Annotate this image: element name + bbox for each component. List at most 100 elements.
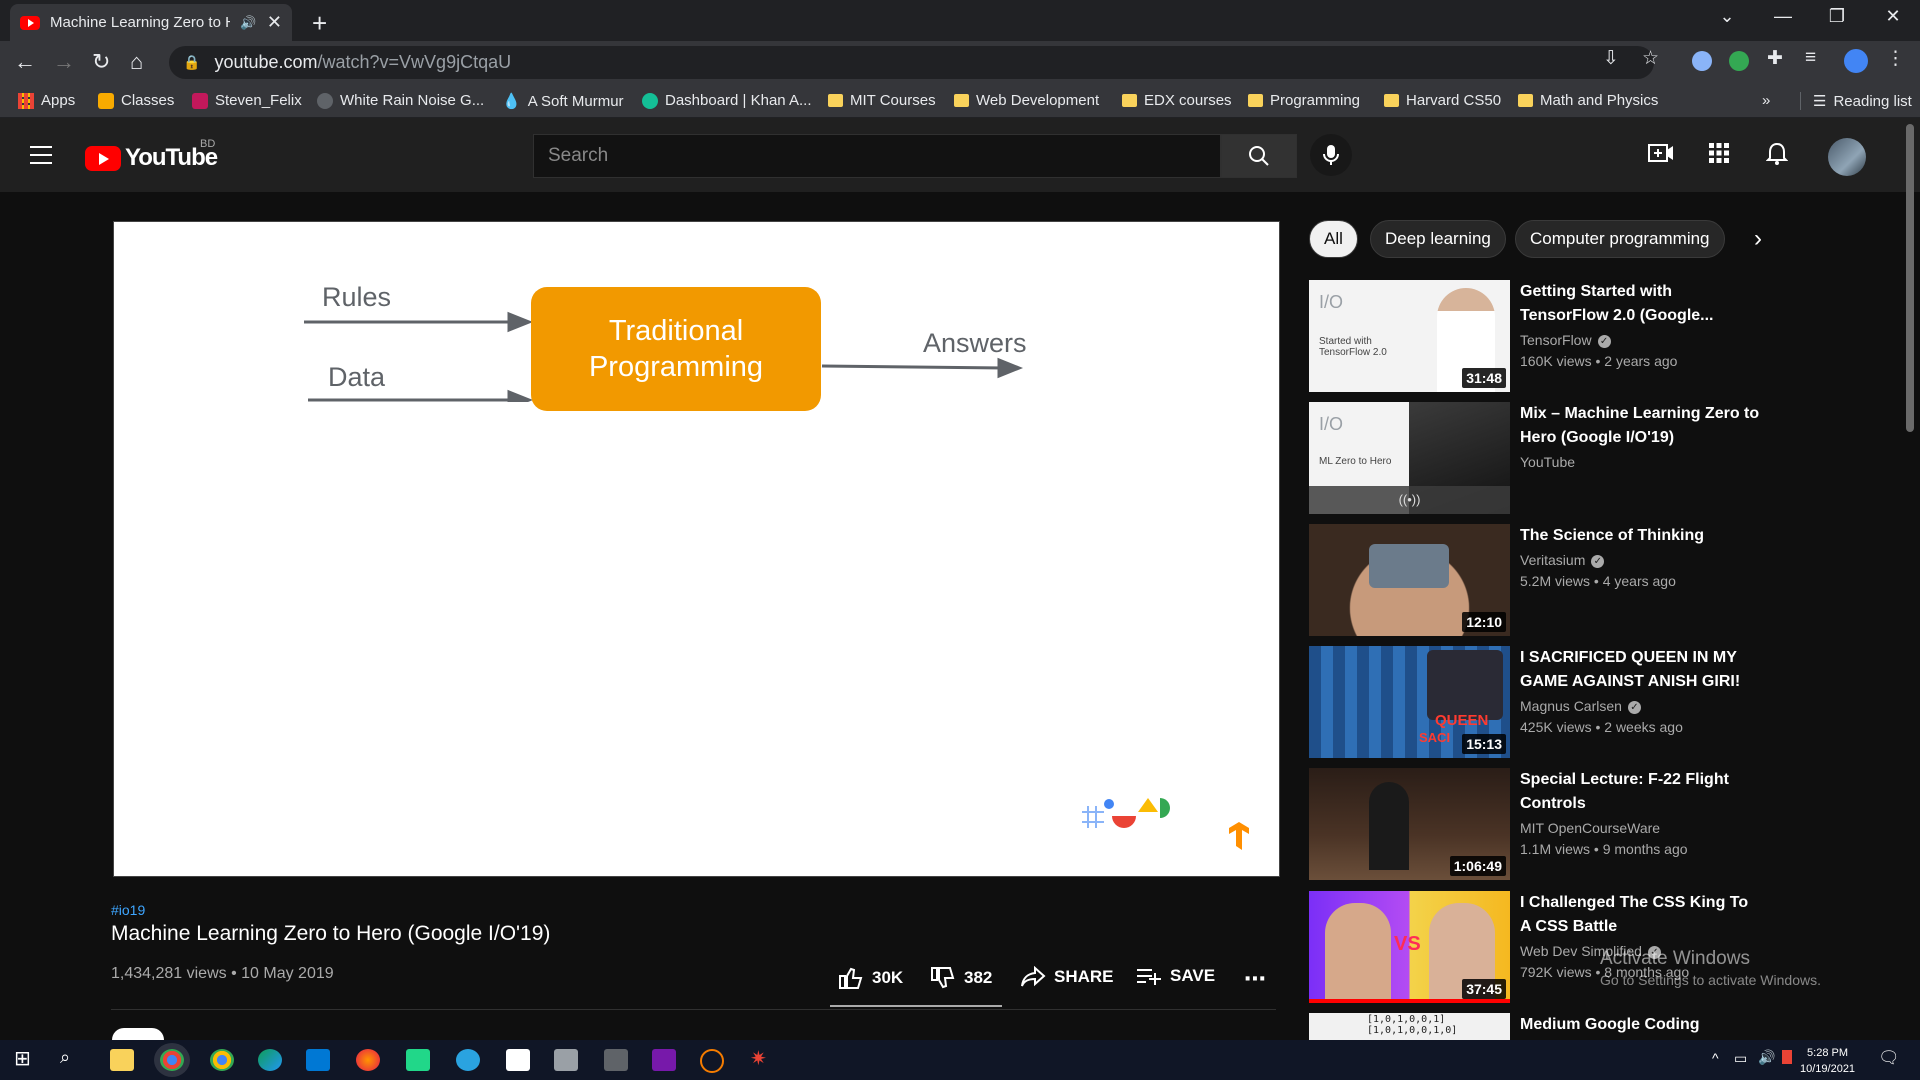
recommendation-title[interactable]: I Challenged The CSS King To A CSS Battl…	[1520, 891, 1760, 939]
like-button[interactable]: 30K	[838, 966, 903, 990]
bookmark-folder-programming[interactable]: Programming	[1248, 92, 1360, 109]
video-thumbnail[interactable]: 12:10	[1309, 524, 1510, 636]
battery-icon[interactable]	[1782, 1050, 1792, 1064]
video-thumbnail[interactable]: I/O ML Zero to Hero ((•))	[1309, 402, 1510, 514]
bookmark-star-icon[interactable]: ☆	[1642, 47, 1659, 70]
recommendation-title[interactable]: The Science of Thinking	[1520, 524, 1760, 548]
browser-tab-active[interactable]: Machine Learning Zero to He 🔊 ✕	[10, 4, 292, 41]
create-video-icon[interactable]	[1648, 142, 1674, 171]
bookmark-apps[interactable]: Apps	[18, 92, 75, 109]
more-bookmarks-button[interactable]: »	[1762, 92, 1770, 109]
chip-deep-learning[interactable]: Deep learning	[1370, 220, 1506, 258]
recommendation-item[interactable]: I/O ML Zero to Hero ((•)) Mix – Machine …	[1309, 402, 1769, 514]
chrome-icon[interactable]	[160, 1049, 184, 1071]
recommendation-channel[interactable]: MIT OpenCourseWare	[1520, 820, 1660, 836]
bookmark-steven-felix[interactable]: Steven_Felix	[192, 92, 302, 109]
more-actions-icon[interactable]: ⋯	[1244, 966, 1266, 992]
network-icon[interactable]: ▭	[1734, 1050, 1747, 1067]
extension-2-icon[interactable]	[1729, 51, 1749, 71]
bookmark-folder-mit[interactable]: MIT Courses	[828, 92, 936, 109]
account-avatar[interactable]	[1828, 138, 1866, 176]
video-thumbnail[interactable]: QUEEN SACI 15:13	[1309, 646, 1510, 758]
bookmark-folder-math-physics[interactable]: Math and Physics	[1518, 92, 1658, 109]
notifications-bell-icon[interactable]	[1765, 142, 1789, 173]
reading-list-button[interactable]: ☰ Reading list	[1800, 92, 1912, 110]
channel-avatar[interactable]	[112, 1028, 164, 1040]
app-icon[interactable]	[554, 1049, 578, 1071]
chevron-right-icon[interactable]: ›	[1754, 225, 1762, 253]
file-explorer-icon[interactable]	[110, 1049, 134, 1071]
voice-search-button[interactable]	[1310, 134, 1352, 176]
search-input[interactable]	[534, 135, 1220, 177]
extension-1-icon[interactable]	[1692, 51, 1712, 71]
recommendation-item[interactable]: 12:10 The Science of Thinking Veritasium…	[1309, 524, 1769, 636]
menu-kebab-icon[interactable]: ⋮	[1886, 47, 1905, 70]
video-thumbnail[interactable]: 1:06:49	[1309, 768, 1510, 880]
close-window-button[interactable]: ✕	[1878, 6, 1908, 27]
speaker-icon[interactable]: 🔊	[240, 15, 256, 31]
new-tab-button[interactable]: +	[312, 8, 327, 39]
taskbar-search-icon[interactable]: ⌕	[60, 1047, 84, 1069]
recommendation-title[interactable]: Mix – Machine Learning Zero to Hero (Goo…	[1520, 402, 1760, 450]
recommendation-channel[interactable]: YouTube	[1520, 454, 1575, 470]
media-controls-icon[interactable]: ≡	[1805, 47, 1816, 69]
bookmark-soft-murmur[interactable]: 💧 A Soft Murmur	[502, 92, 624, 111]
edge-icon[interactable]	[258, 1049, 282, 1071]
restore-button[interactable]: ❐	[1822, 6, 1852, 27]
recommendation-item[interactable]: [1,0,1,0,0,1] [1,0,1,0,0,1,0] Medium Goo…	[1309, 1013, 1769, 1040]
pycharm-icon[interactable]	[406, 1049, 430, 1071]
calculator-icon[interactable]	[604, 1049, 628, 1071]
chip-computer-programming[interactable]: Computer programming	[1515, 220, 1725, 258]
bookmark-folder-cs50[interactable]: Harvard CS50	[1384, 92, 1501, 109]
video-thumbnail[interactable]: VS 37:45	[1309, 891, 1510, 1003]
home-icon[interactable]: ⌂	[130, 49, 143, 75]
close-tab-icon[interactable]: ✕	[267, 12, 282, 33]
page-scrollbar[interactable]	[1906, 124, 1914, 432]
app-gear-icon[interactable]: ✷	[750, 1046, 774, 1070]
jupyter-icon[interactable]	[700, 1049, 724, 1073]
recommendation-channel[interactable]: Magnus Carlsen ✓	[1520, 698, 1641, 714]
hamburger-menu-icon[interactable]	[30, 146, 52, 170]
recommendation-title[interactable]: I SACRIFICED QUEEN IN MY GAME AGAINST AN…	[1520, 646, 1760, 694]
dislike-button[interactable]: 382	[930, 966, 992, 990]
firefox-icon[interactable]	[356, 1049, 380, 1071]
video-thumbnail[interactable]: [1,0,1,0,0,1] [1,0,1,0,0,1,0]	[1309, 1013, 1510, 1040]
video-thumbnail[interactable]: I/O Started with TensorFlow 2.0 31:48	[1309, 280, 1510, 392]
search-button[interactable]	[1221, 134, 1297, 178]
chip-all[interactable]: All	[1309, 220, 1358, 258]
bookmark-khan-academy[interactable]: Dashboard | Khan A...	[642, 92, 812, 109]
recommendation-item[interactable]: I/O Started with TensorFlow 2.0 31:48 Ge…	[1309, 280, 1769, 392]
save-button[interactable]: SAVE	[1136, 966, 1215, 986]
notion-icon[interactable]	[506, 1049, 530, 1071]
windows-start-icon[interactable]: ⊞	[14, 1046, 38, 1070]
profile-icon[interactable]	[1844, 49, 1868, 73]
recommendation-channel[interactable]: Veritasium ✓	[1520, 552, 1605, 568]
youtube-logo[interactable]: YouTube BD	[85, 138, 218, 172]
recommendation-title[interactable]: Getting Started with TensorFlow 2.0 (Goo…	[1520, 280, 1760, 328]
video-hashtag-link[interactable]: #io19	[111, 902, 145, 918]
apps-grid-icon[interactable]	[1708, 142, 1730, 171]
lock-icon[interactable]: 🔒	[183, 54, 200, 71]
tray-chevron-up-icon[interactable]: ^	[1712, 1050, 1719, 1066]
bookmark-classes[interactable]: Classes	[98, 92, 174, 109]
recommendation-item[interactable]: 1:06:49 Special Lecture: F-22 Flight Con…	[1309, 768, 1769, 880]
forward-icon[interactable]: →	[53, 49, 75, 75]
bookmark-white-rain-noise[interactable]: White Rain Noise G...	[317, 92, 484, 109]
bookmark-folder-webdev[interactable]: Web Development	[954, 92, 1099, 109]
system-clock[interactable]: 5:28 PM 10/19/2021	[1800, 1045, 1855, 1077]
recommendation-title[interactable]: Special Lecture: F-22 Flight Controls	[1520, 768, 1760, 816]
chrome-profile-icon[interactable]	[210, 1049, 234, 1071]
minimize-button[interactable]: —	[1768, 6, 1798, 27]
back-icon[interactable]: ←	[14, 49, 36, 75]
share-button[interactable]: SHARE	[1020, 966, 1114, 988]
notifications-icon[interactable]: 🗨	[1878, 1048, 1900, 1068]
reload-icon[interactable]: ↻	[92, 49, 110, 75]
install-app-icon[interactable]: ⇩	[1603, 47, 1619, 70]
bookmark-folder-edx[interactable]: EDX courses	[1122, 92, 1232, 109]
vscode-icon[interactable]	[306, 1049, 330, 1071]
telegram-icon[interactable]	[456, 1049, 480, 1071]
onenote-icon[interactable]	[652, 1049, 676, 1071]
tab-search-icon[interactable]: ⌄	[1712, 6, 1742, 27]
volume-icon[interactable]: 🔊	[1758, 1049, 1775, 1066]
extensions-puzzle-icon[interactable]: ✚	[1767, 47, 1783, 70]
